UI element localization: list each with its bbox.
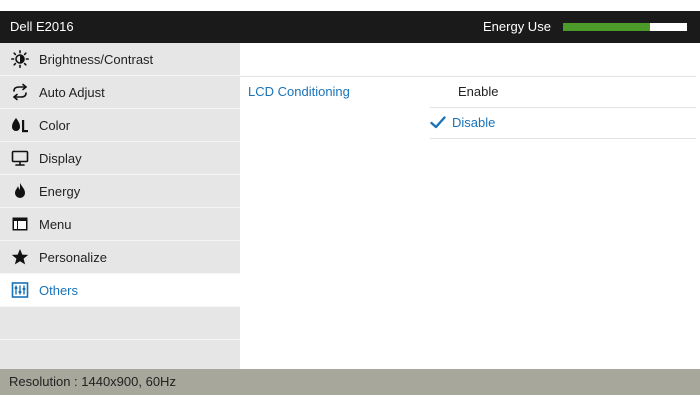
display-icon	[11, 149, 29, 167]
resolution-readout: Resolution : 1440x900, 60Hz	[9, 374, 176, 389]
divider	[240, 76, 696, 77]
sidebar-item-label: Personalize	[39, 249, 107, 265]
divider	[430, 107, 696, 108]
brightness-icon	[11, 50, 29, 68]
sidebar-item-energy[interactable]: Energy	[0, 175, 240, 208]
sidebar-item-menu[interactable]: Menu	[0, 208, 240, 241]
lcd-conditioning-label[interactable]: LCD Conditioning	[248, 84, 350, 99]
personalize-icon	[11, 248, 29, 266]
sidebar-item-personalize[interactable]: Personalize	[0, 241, 240, 274]
osd-menu-sidebar: Brightness/Contrast Auto Adjust Color Di…	[0, 43, 240, 369]
others-icon	[11, 281, 29, 299]
auto-adjust-icon	[11, 83, 29, 101]
energy-use-meter-fill	[563, 23, 650, 31]
sidebar-item-label: Others	[39, 282, 79, 298]
sidebar-item-color[interactable]: Color	[0, 109, 240, 142]
menu-icon	[11, 215, 29, 233]
sidebar-item-label: Auto Adjust	[39, 84, 105, 100]
monitor-osd: Dell E2016 Energy Use Brightness/Contras…	[0, 0, 700, 395]
disable-option-label: Disable	[452, 115, 496, 130]
status-footer: Resolution : 1440x900, 60Hz	[0, 369, 700, 395]
sidebar-item-brightness-contrast[interactable]: Brightness/Contrast	[0, 43, 240, 76]
sidebar-item-label: Display	[39, 150, 82, 166]
osd-header: Dell E2016 Energy Use	[0, 11, 700, 43]
color-icon	[11, 116, 29, 134]
sidebar-item-others[interactable]: Others	[0, 274, 240, 307]
energy-icon	[11, 182, 29, 200]
sidebar-item-label: Color	[39, 117, 71, 133]
divider	[430, 138, 696, 139]
energy-use-meter	[563, 23, 687, 31]
settings-panel: LCD Conditioning Enable Disable	[240, 43, 700, 369]
energy-use-label: Energy Use	[483, 19, 551, 34]
enable-option[interactable]: Enable	[458, 84, 498, 99]
sidebar-item-display[interactable]: Display	[0, 142, 240, 175]
monitor-model: Dell E2016	[10, 19, 74, 34]
sidebar-empty-slot	[0, 307, 240, 340]
sidebar-item-label: Brightness/Contrast	[39, 51, 154, 67]
sidebar-item-label: Energy	[39, 183, 81, 199]
sidebar-item-label: Menu	[39, 216, 72, 232]
disable-option[interactable]: Disable	[430, 115, 495, 130]
sidebar-item-auto-adjust[interactable]: Auto Adjust	[0, 76, 240, 109]
sidebar-empty-slot	[0, 340, 240, 372]
checkmark-icon	[430, 116, 446, 129]
